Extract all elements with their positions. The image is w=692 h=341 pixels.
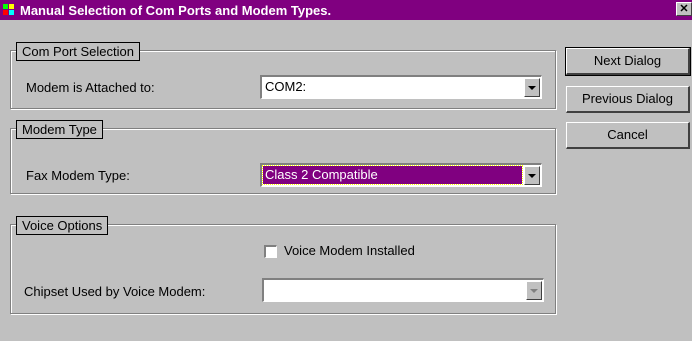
chevron-down-icon[interactable] xyxy=(524,166,540,185)
next-dialog-button[interactable]: Next Dialog xyxy=(565,47,691,76)
chipset-label: Chipset Used by Voice Modem: xyxy=(24,284,206,299)
dialog-window: Manual Selection of Com Ports and Modem … xyxy=(0,0,692,341)
fax-modem-type-select[interactable]: Class 2 Compatible xyxy=(260,163,542,187)
fax-modem-type-value: Class 2 Compatible xyxy=(262,165,523,185)
close-icon: ✕ xyxy=(679,3,689,15)
chevron-down-icon[interactable] xyxy=(524,78,540,97)
title-bar[interactable]: Manual Selection of Com Ports and Modem … xyxy=(0,0,692,20)
close-button[interactable]: ✕ xyxy=(676,2,692,16)
fax-modem-type-label: Fax Modem Type: xyxy=(26,168,130,183)
voice-options-legend: Voice Options xyxy=(16,216,109,235)
voice-modem-checkbox[interactable] xyxy=(264,245,277,258)
previous-dialog-button[interactable]: Previous Dialog xyxy=(566,86,690,113)
com-port-legend: Com Port Selection xyxy=(16,42,140,61)
app-icon xyxy=(3,3,16,17)
com-port-select[interactable]: COM2: xyxy=(260,75,542,99)
cancel-button[interactable]: Cancel xyxy=(566,122,690,149)
com-port-value: COM2: xyxy=(265,79,307,94)
chevron-down-icon[interactable] xyxy=(526,281,542,300)
com-port-label: Modem is Attached to: xyxy=(26,80,155,95)
voice-modem-checkbox-label[interactable]: Voice Modem Installed xyxy=(284,243,415,258)
window-title: Manual Selection of Com Ports and Modem … xyxy=(20,2,332,18)
modem-type-legend: Modem Type xyxy=(16,120,103,139)
chipset-select[interactable] xyxy=(262,278,544,302)
